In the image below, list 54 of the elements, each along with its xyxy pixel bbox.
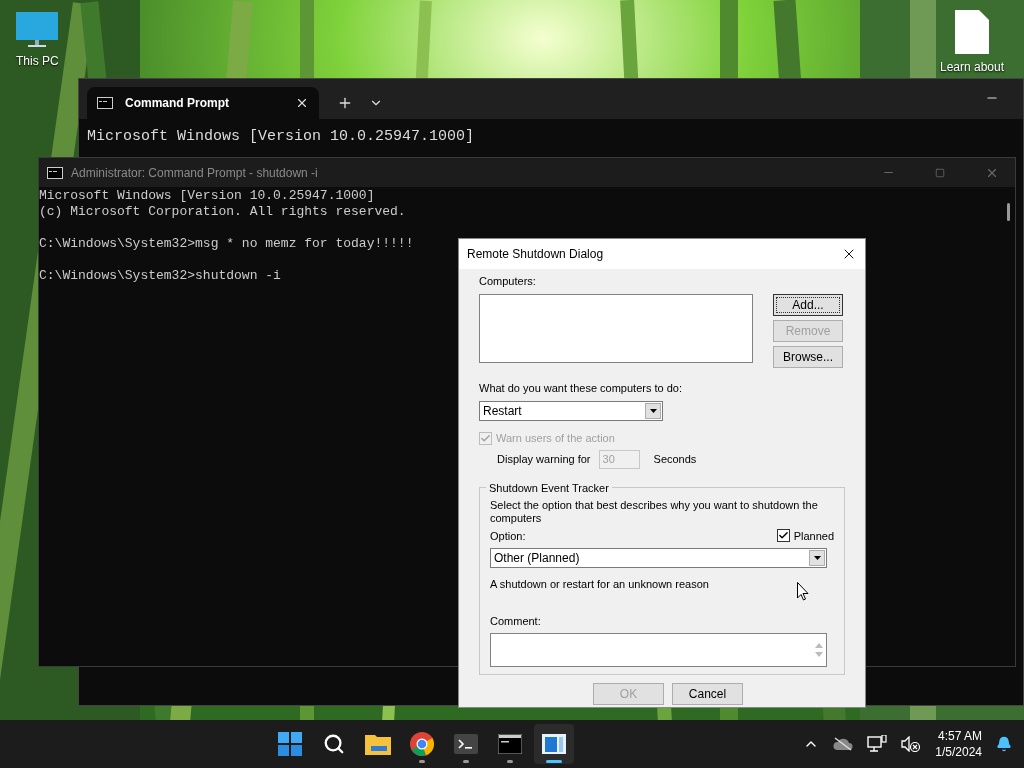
windows-logo-icon (277, 732, 302, 756)
field-label: Option: (490, 528, 526, 544)
new-tab-icon[interactable] (337, 95, 353, 111)
scroll-down-icon (815, 652, 823, 657)
scrollbar-thumb[interactable] (1006, 203, 1010, 221)
monitor-icon (16, 12, 59, 48)
cloud-off-icon[interactable] (833, 737, 854, 751)
dialog-button[interactable]: Cancel (672, 682, 743, 705)
checkbox[interactable] (776, 529, 790, 543)
terminal-tab[interactable]: Command Prompt (87, 87, 319, 119)
cursor-icon (797, 582, 809, 601)
field-label: Display warning for (497, 451, 591, 467)
console-icon (47, 166, 63, 179)
console-icon (97, 97, 113, 109)
close-icon[interactable] (295, 96, 309, 110)
window-app-icon (541, 734, 566, 754)
window-title: Administrator: Command Prompt - shutdown -i (71, 164, 319, 182)
document-icon (955, 10, 990, 54)
dialog-title: Remote Shutdown Dialog (467, 246, 604, 263)
console-line: (c) Microsoft Corporation. All rights reserved. (39, 204, 406, 220)
comment-field[interactable] (490, 633, 827, 667)
search-icon (322, 733, 345, 755)
dialog-button[interactable]: Browse... (773, 345, 843, 368)
terminal-icon (453, 734, 478, 754)
clock[interactable]: 4:57 AM 1/5/2024 (935, 728, 982, 760)
taskbar-button[interactable] (533, 724, 574, 764)
checkbox-label: Planned (793, 528, 834, 544)
field-label: Computers: (479, 274, 537, 289)
console-icon (497, 734, 522, 754)
dropdown-arrow-icon (649, 409, 657, 413)
dropdown[interactable]: Restart (479, 401, 663, 421)
terminal-line: Microsoft Windows [Version 10.0.25947.1000] (87, 128, 476, 146)
checkbox-label: Warn users of the action (496, 431, 615, 446)
desktop-icon-label[interactable]: This PC (16, 52, 59, 70)
tab-label: Command Prompt (125, 95, 230, 112)
field-label: Seconds (653, 451, 697, 467)
console-line: C:\Windows\System32>shutdown -i (39, 268, 281, 284)
desktop-icon-label[interactable]: Learn about (940, 58, 1005, 76)
dropdown-arrow-icon (813, 556, 821, 560)
reason-text: A shutdown or restart for an unknown reason (490, 577, 709, 592)
scroll-up-icon (815, 643, 823, 648)
dialog-button[interactable]: Add... (773, 293, 843, 316)
speaker-muted-icon[interactable] (901, 736, 922, 752)
dropdown[interactable]: Other (Planned) (490, 548, 827, 568)
computers-list[interactable] (479, 293, 753, 363)
network-icon[interactable] (867, 735, 888, 753)
description-text: Select the option that best describes why you want to shutdown the computers (490, 498, 819, 525)
console-line: C:\Windows\System32>msg * no memz for today!!!!! (39, 236, 414, 252)
field-label: Comment: (490, 613, 542, 629)
browser-icon (409, 732, 434, 756)
folder-icon (364, 733, 391, 755)
console-line: Microsoft Windows [Version 10.0.25947.1000] (39, 188, 375, 204)
notification-bell-icon[interactable] (996, 736, 1012, 752)
field-label: What do you want these computers to do: (479, 380, 683, 396)
